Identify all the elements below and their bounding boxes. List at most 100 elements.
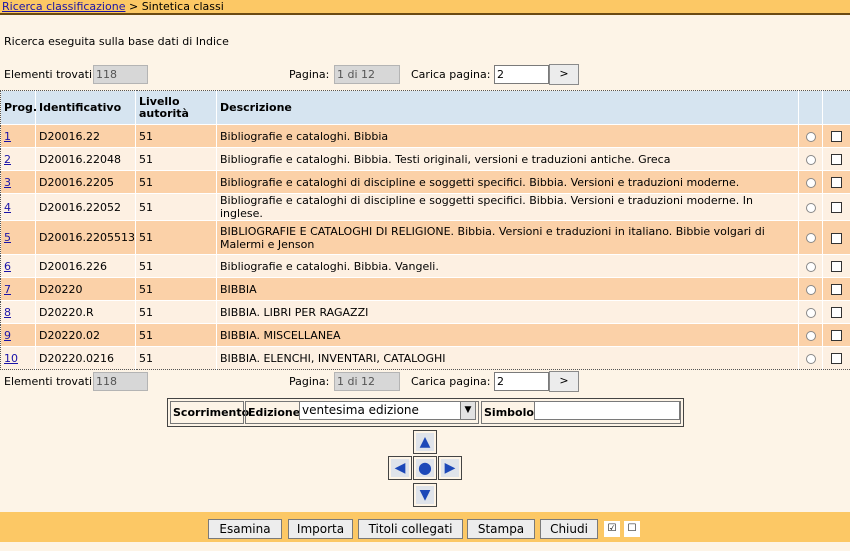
action-bar: Esamina Importa Titoli collegati Stampa … <box>0 512 850 542</box>
arrow-left-icon: ◀ <box>391 459 409 477</box>
found-count: 118 <box>93 372 148 391</box>
cell-checkbox <box>822 220 850 255</box>
arrow-right-icon: ▶ <box>441 459 459 477</box>
chevron-down-icon[interactable]: ▼ <box>460 402 475 419</box>
cell-checkbox <box>822 124 850 148</box>
cell-descrizione: BIBBIA <box>216 277 799 301</box>
cell-descrizione: BIBBIA. LIBRI PER RAGAZZI <box>216 300 799 324</box>
found-label: Elementi trovati: <box>4 375 96 388</box>
print-button[interactable]: Stampa <box>467 519 535 539</box>
row-select-radio[interactable] <box>805 307 816 318</box>
header-check <box>822 90 850 125</box>
examine-button[interactable]: Esamina <box>208 519 282 539</box>
row-prog-link[interactable]: 10 <box>4 352 18 365</box>
cell-checkbox <box>822 300 850 324</box>
load-page-label: Carica pagina: <box>411 68 491 81</box>
row-select-checkbox[interactable] <box>831 261 842 272</box>
nav-up-button[interactable]: ▲ <box>413 430 437 454</box>
table-row[interactable]: 2 D20016.22048 51 Bibliografie e cataloghi.… <box>0 147 850 171</box>
cell-checkbox <box>822 193 850 221</box>
cell-radio <box>798 346 823 370</box>
row-select-radio[interactable] <box>805 233 816 243</box>
cell-prog: 2 <box>0 147 36 171</box>
arrow-down-icon: ▼ <box>416 486 434 504</box>
table-row[interactable]: 3 D20016.2205 51 Bibliografie e cataloghi d… <box>0 170 850 194</box>
select-all-icon[interactable]: ☑ <box>604 521 620 537</box>
cell-livello: 51 <box>135 277 217 301</box>
cell-livello: 51 <box>135 193 217 221</box>
cell-descrizione: Bibliografie e cataloghi. Bibbia. Vangel… <box>216 254 799 278</box>
nav-center-button[interactable]: ● <box>413 456 437 480</box>
table-row[interactable]: 7 D20220 51 BIBBIA <box>0 277 850 301</box>
nav-left-button[interactable]: ◀ <box>388 456 412 480</box>
linked-titles-button[interactable]: Titoli collegati <box>358 519 463 539</box>
breadcrumb-link-ricerca-classificazione[interactable]: Ricerca classificazione <box>2 0 125 13</box>
page-label: Pagina: <box>289 375 330 388</box>
load-page-input[interactable]: 2 <box>494 65 549 84</box>
cell-checkbox <box>822 170 850 194</box>
row-prog-link[interactable]: 8 <box>4 306 11 319</box>
row-select-radio[interactable] <box>805 202 816 213</box>
row-select-radio[interactable] <box>805 284 816 295</box>
edition-select[interactable]: ventesima edizione ▼ <box>299 401 476 420</box>
row-select-checkbox[interactable] <box>831 330 842 341</box>
table-row[interactable]: 1 D20016.22 51 Bibliografie e cataloghi. Bi… <box>0 124 850 148</box>
row-prog-link[interactable]: 9 <box>4 329 11 342</box>
cell-livello: 51 <box>135 323 217 347</box>
center-dot-icon: ● <box>416 459 434 477</box>
row-prog-link[interactable]: 7 <box>4 283 11 296</box>
cell-descrizione: Bibliografie e cataloghi di discipline e… <box>216 193 799 221</box>
scroll-label: Scorrimento <box>170 401 249 424</box>
cell-identificativo: D20220.0216 <box>35 346 136 370</box>
breadcrumb-separator: > <box>125 0 142 13</box>
row-prog-link[interactable]: 1 <box>4 130 11 143</box>
row-prog-link[interactable]: 5 <box>4 231 11 244</box>
row-select-checkbox[interactable] <box>831 131 842 142</box>
cell-descrizione: BIBBIA. ELENCHI, INVENTARI, CATALOGHI <box>216 346 799 370</box>
row-select-checkbox[interactable] <box>831 202 842 213</box>
load-page-input[interactable]: 2 <box>494 372 549 391</box>
row-select-checkbox[interactable] <box>831 284 842 295</box>
symbol-input[interactable] <box>534 401 680 420</box>
row-select-radio[interactable] <box>805 177 816 188</box>
cell-identificativo: D20016.226 <box>35 254 136 278</box>
row-select-radio[interactable] <box>805 353 816 364</box>
close-button[interactable]: Chiudi <box>540 519 598 539</box>
row-prog-link[interactable]: 4 <box>4 201 11 214</box>
row-prog-link[interactable]: 3 <box>4 176 11 189</box>
arrow-up-icon: ▲ <box>416 433 434 451</box>
edition-label: Edizione <box>248 406 301 419</box>
breadcrumb: Ricerca classificazione > Sintetica clas… <box>0 0 850 15</box>
row-prog-link[interactable]: 6 <box>4 260 11 273</box>
nav-right-button[interactable]: ▶ <box>438 456 462 480</box>
row-select-radio[interactable] <box>805 154 816 165</box>
cell-prog: 7 <box>0 277 36 301</box>
header-descrizione: Descrizione <box>216 90 799 125</box>
row-select-radio[interactable] <box>805 330 816 341</box>
row-select-checkbox[interactable] <box>831 232 842 244</box>
table-row[interactable]: 8 D20220.R 51 BIBBIA. LIBRI PER RAGAZZI <box>0 300 850 324</box>
deselect-all-icon[interactable]: ☐ <box>624 521 640 537</box>
row-select-radio[interactable] <box>805 261 816 272</box>
table-row[interactable]: 10 D20220.0216 51 BIBBIA. ELENCHI, INVENTAR… <box>0 346 850 370</box>
table-row[interactable]: 6 D20016.226 51 Bibliografie e cataloghi. B… <box>0 254 850 278</box>
nav-down-button[interactable]: ▼ <box>413 483 437 507</box>
cell-radio <box>798 277 823 301</box>
load-page-go-button[interactable]: > <box>549 64 579 85</box>
cell-radio <box>798 124 823 148</box>
table-row[interactable]: 9 D20220.02 51 BIBBIA. MISCELLANEA <box>0 323 850 347</box>
cell-descrizione: Bibliografie e cataloghi. Bibbia <box>216 124 799 148</box>
cell-checkbox <box>822 277 850 301</box>
row-select-checkbox[interactable] <box>831 154 842 165</box>
row-select-checkbox[interactable] <box>831 177 842 188</box>
search-info-text: Ricerca eseguita sulla base dati di Indi… <box>4 35 229 48</box>
row-prog-link[interactable]: 2 <box>4 153 11 166</box>
row-select-checkbox[interactable] <box>831 307 842 318</box>
import-button[interactable]: Importa <box>288 519 353 539</box>
table-row[interactable]: 5 D20016.2205513 51 BIBLIOGRAFIE E CATALOGH… <box>0 220 850 255</box>
table-row[interactable]: 4 D20016.22052 51 Bibliografie e cataloghi … <box>0 193 850 221</box>
cell-identificativo: D20016.22052 <box>35 193 136 221</box>
load-page-go-button[interactable]: > <box>549 371 579 392</box>
row-select-checkbox[interactable] <box>831 353 842 364</box>
row-select-radio[interactable] <box>805 131 816 142</box>
